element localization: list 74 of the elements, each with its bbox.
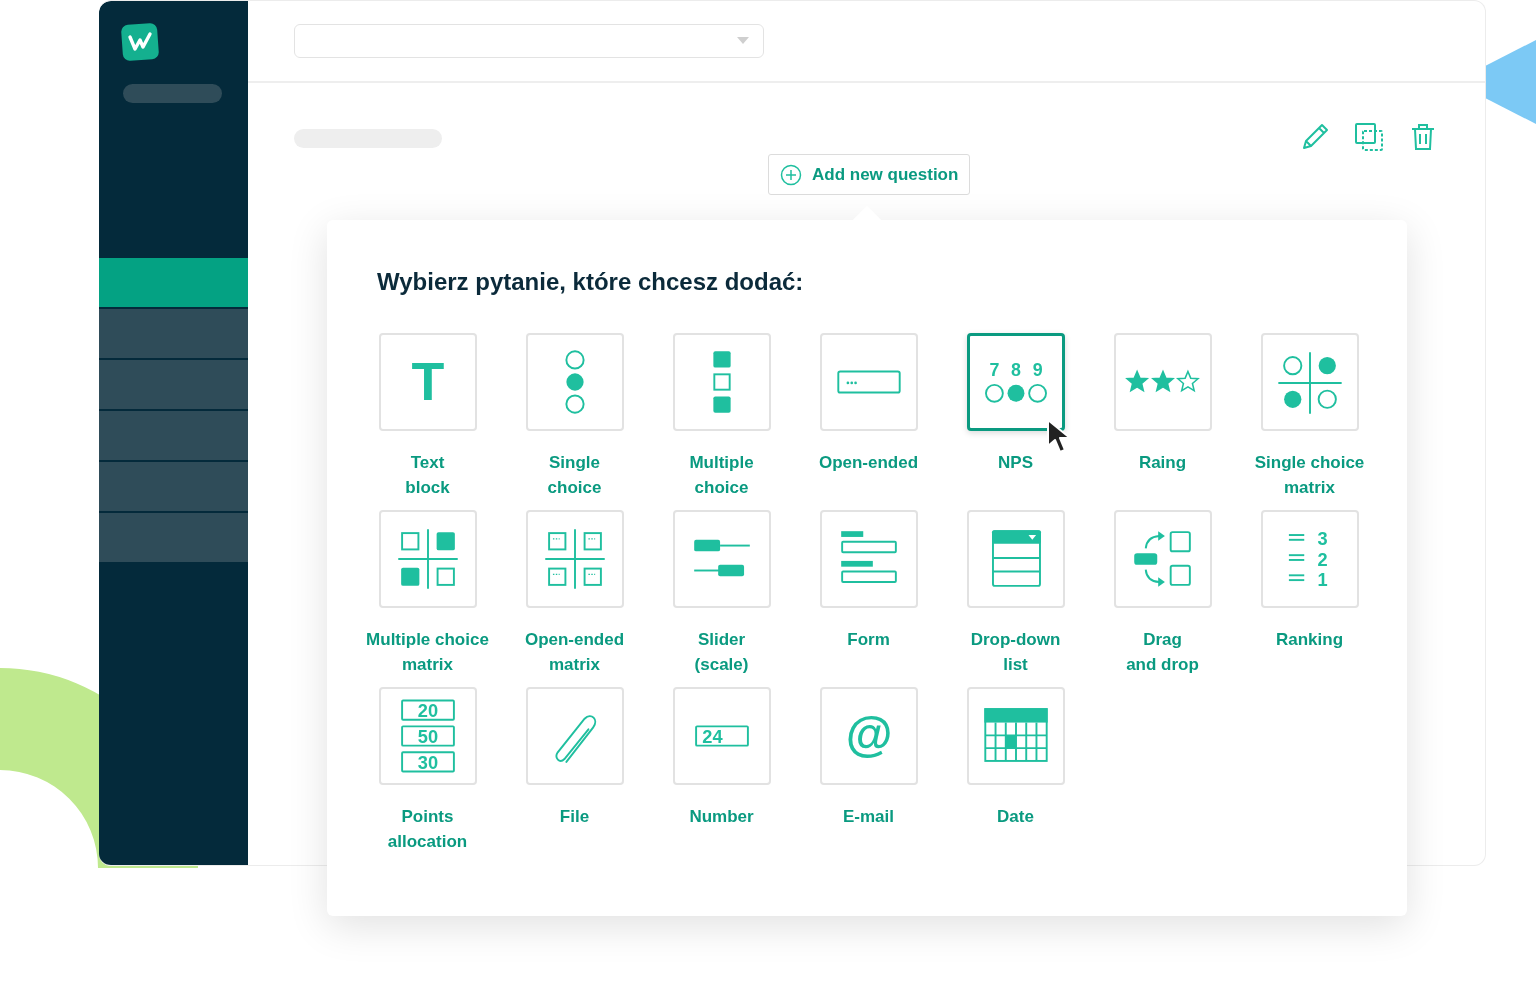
question-type-label: File	[559, 806, 590, 828]
sliders-icon	[692, 539, 751, 577]
question-type-tile[interactable]: @	[819, 687, 918, 785]
radio-matrix-icon	[1276, 351, 1343, 415]
question-type-label: Drag and drop	[1126, 629, 1199, 676]
radio-buttons-icon	[564, 350, 585, 414]
drag-handles-icon	[1287, 534, 1305, 582]
number-label: 20	[417, 700, 438, 721]
number-label: 1	[1316, 569, 1328, 590]
question-type-tile[interactable]: 20 50 30	[378, 687, 477, 785]
question-type-tile[interactable]	[1113, 510, 1212, 608]
question-type-tile[interactable]	[819, 333, 918, 431]
stars-icon	[1124, 369, 1200, 393]
checkboxes-icon	[712, 351, 731, 413]
question-type-label: Single choice	[547, 452, 602, 499]
question-type-tile[interactable]: 3 2 1	[1260, 510, 1359, 608]
question-type-label: Ranking	[1275, 629, 1344, 651]
number-label: 9	[1032, 360, 1043, 381]
question-type-label: Points allocation	[387, 806, 468, 853]
text-field-matrix-icon	[543, 528, 606, 590]
picker-title: Wybierz pytanie, które chcesz dodać:	[377, 268, 805, 296]
question-type-label: Raing	[1138, 452, 1187, 474]
input-boxes-icon	[400, 699, 455, 773]
number-label: 50	[417, 726, 438, 747]
text-field-icon	[836, 370, 901, 394]
number-label: 24	[701, 726, 723, 747]
question-type-tile[interactable]: 7 8 9	[966, 333, 1065, 431]
number-label: 7	[988, 360, 999, 381]
question-type-label: Slider (scale)	[694, 629, 749, 676]
question-type-label: Form	[847, 629, 890, 651]
number-label: 2	[1316, 549, 1328, 570]
paperclip-icon	[555, 715, 596, 763]
caret-icon	[737, 37, 749, 45]
question-type-label: Open-ended	[818, 452, 919, 474]
radio-buttons-icon	[984, 383, 1047, 403]
logo-icon[interactable]	[121, 23, 159, 61]
question-type-tile[interactable]	[966, 510, 1065, 608]
question-type-label: Multiple choice matrix	[366, 629, 489, 676]
question-type-label: Open-ended matrix	[524, 629, 625, 676]
question-type-label: Date	[997, 806, 1034, 828]
add-question-button[interactable]: Add new question	[768, 154, 971, 195]
number-label: 30	[417, 752, 438, 773]
question-type-tile[interactable]	[378, 510, 477, 608]
question-type-label: Number	[689, 806, 754, 828]
drag-and-drop-icon	[1133, 531, 1191, 587]
question-type-tile[interactable]	[966, 687, 1065, 785]
dropdown-field[interactable]	[294, 24, 764, 58]
question-type-label: Text block	[405, 452, 450, 499]
question-type-label: Drop-down list	[970, 629, 1061, 676]
dropdown-list-icon	[991, 530, 1041, 587]
calendar-icon	[983, 708, 1048, 762]
question-type-tile[interactable]: 24	[672, 687, 771, 785]
question-type-tile[interactable]	[525, 333, 624, 431]
duplicate-icon[interactable]	[1353, 121, 1385, 153]
question-type-tile[interactable]	[1113, 333, 1212, 431]
question-type-tile[interactable]	[672, 510, 771, 608]
question-type-tile[interactable]	[819, 510, 918, 608]
at-sign: @	[845, 708, 892, 762]
input-box-icon	[694, 725, 749, 747]
question-type-tile[interactable]	[525, 687, 624, 785]
question-type-tile[interactable]: T	[378, 333, 477, 431]
form-fields-icon	[840, 531, 897, 583]
number-label: 3	[1316, 528, 1328, 549]
question-type-tile[interactable]	[525, 510, 624, 608]
question-type-tile[interactable]	[1260, 333, 1359, 431]
letter-t: T	[411, 351, 444, 412]
question-type-label: NPS	[998, 452, 1033, 474]
question-type-label: Single choice matrix	[1254, 452, 1365, 499]
question-type-label: E-mail	[843, 806, 894, 828]
question-type-label: Multiple choice	[689, 452, 754, 499]
question-type-tile[interactable]	[672, 333, 771, 431]
plus-circle-icon	[780, 163, 802, 186]
number-label: 8	[1010, 360, 1021, 381]
checkbox-matrix-icon	[396, 528, 459, 590]
